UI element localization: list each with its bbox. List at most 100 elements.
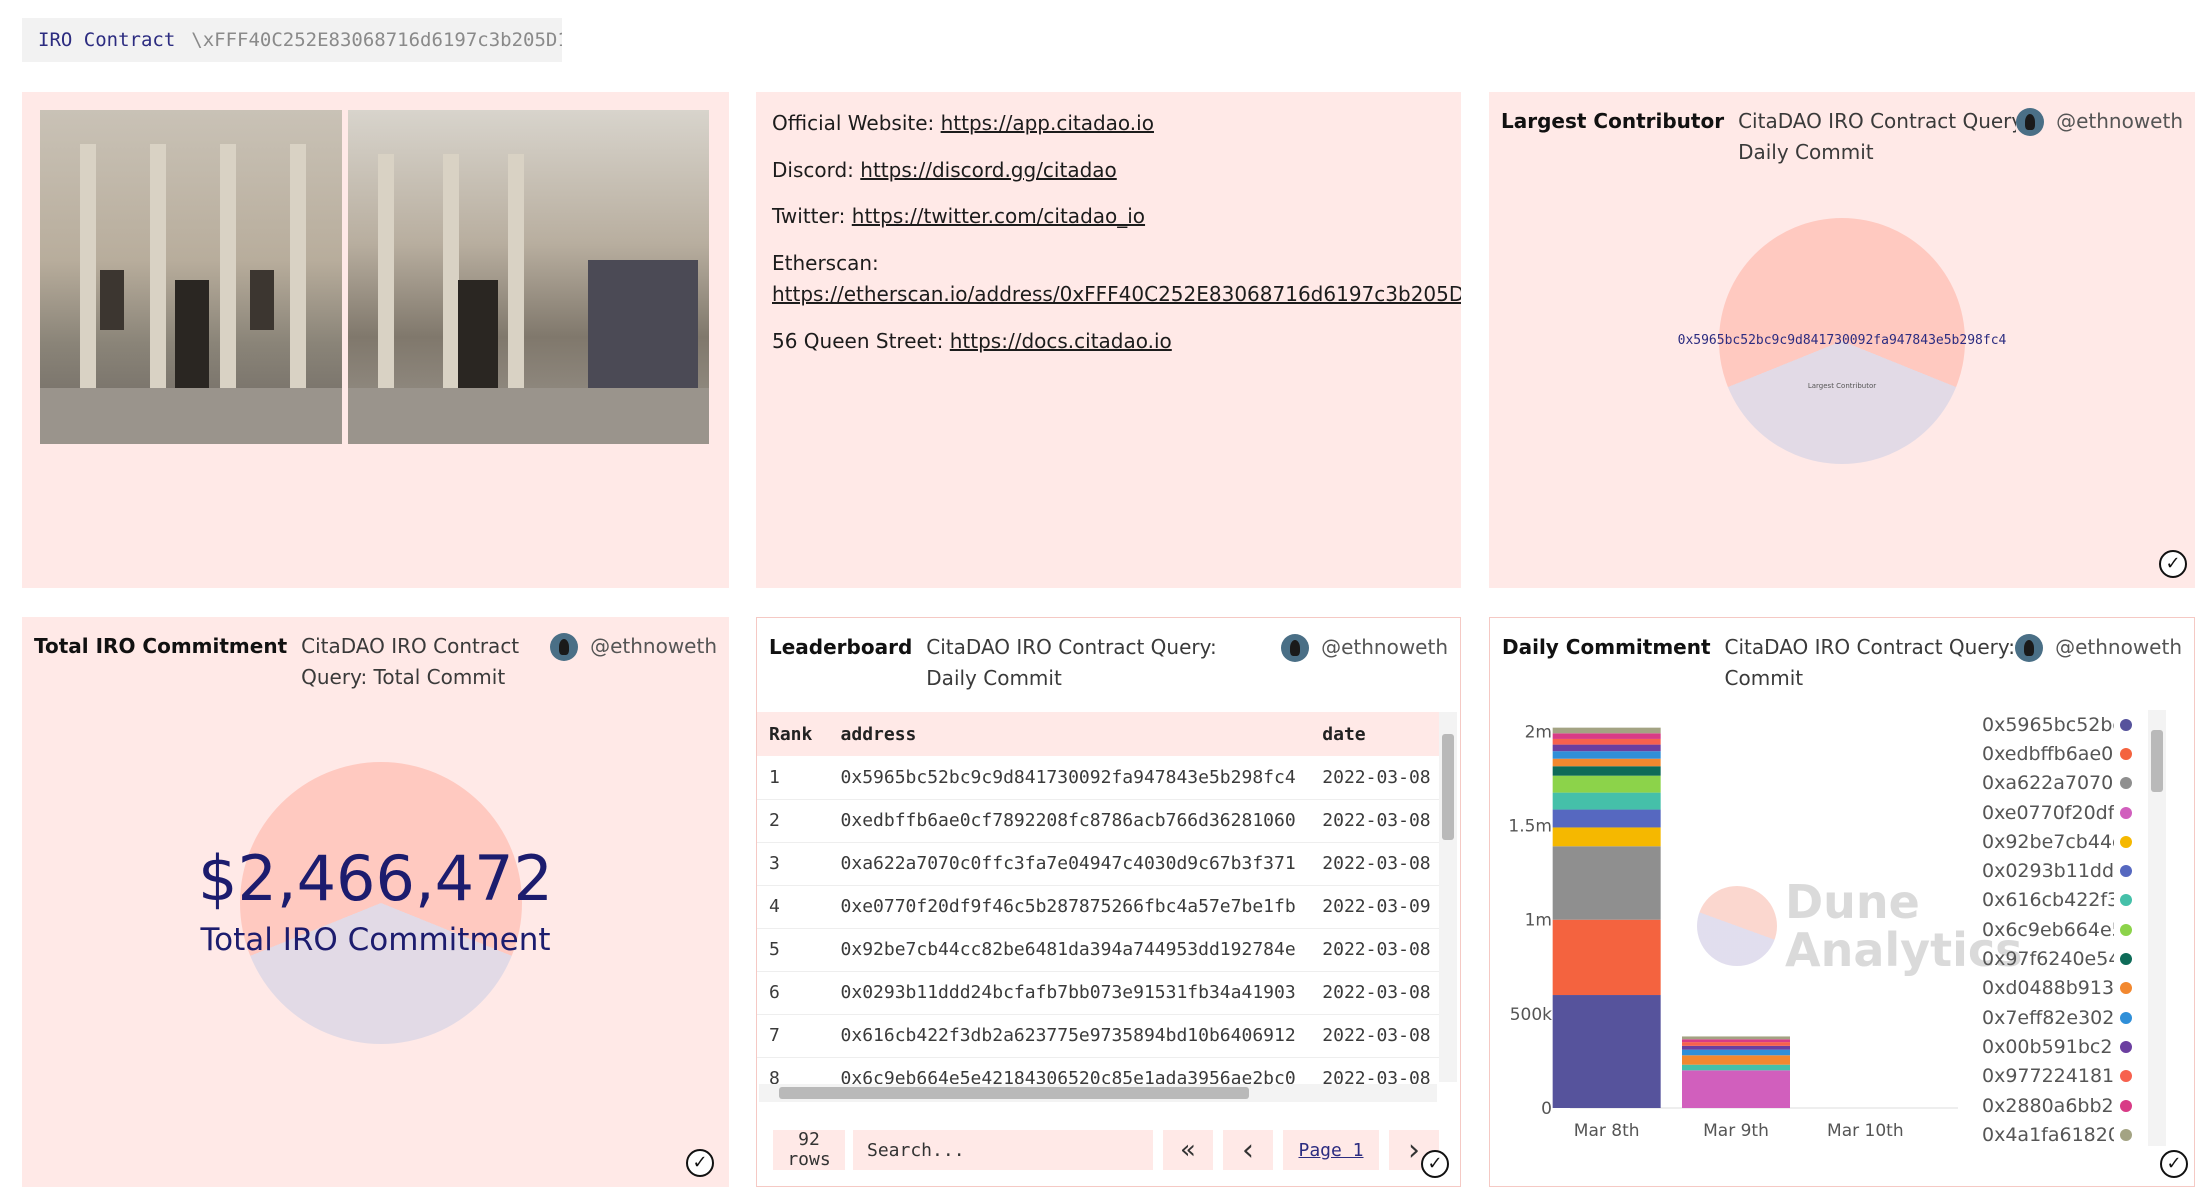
legend-item[interactable]: 0x616cb422f3 [1982,886,2132,915]
legend-color-dot-icon [2120,1070,2132,1083]
scrollbar-thumb[interactable] [1442,734,1454,840]
legend-item[interactable]: 0x5965bc52bc [1982,710,2132,739]
bar-segment[interactable] [1552,738,1661,745]
twitter-link[interactable]: https://twitter.com/citadao_io [852,204,1145,228]
total-title[interactable]: Total IRO Commitment [34,634,287,658]
legend-label: 0x0293b11ddd [1982,860,2114,883]
column-header-date[interactable]: date [1310,712,1439,756]
bar-segment[interactable] [1682,1036,1790,1040]
leaderboard-title[interactable]: Leaderboard [769,635,912,659]
leaderboard-query[interactable]: CitaDAO IRO Contract Query: Daily Commit [926,632,1256,694]
legend-label: 0x4a1fa61820 [1982,1123,2114,1146]
rank-cell: 4 [757,885,829,929]
bar-segment[interactable] [1682,1039,1790,1043]
daily-title[interactable]: Daily Commitment [1502,635,1711,659]
legend-item[interactable]: 0xa622a7070c [1982,769,2132,798]
leaderboard-table: Rank address date 1 0x5965bc52bc9c9d84173… [757,712,1439,1084]
bar-segment[interactable] [1552,827,1661,847]
daily-author[interactable]: @ethnoweth [2015,632,2182,663]
bar-segment[interactable] [1552,766,1661,776]
x-tick-label: Mar 10th [1827,1121,1904,1141]
chevron-right-icon: › [1408,1132,1420,1168]
table-vertical-scrollbar[interactable] [1439,712,1457,1082]
bar-segment[interactable] [1552,751,1661,759]
legend-item[interactable]: 0x2880a6bb2c [1982,1091,2132,1120]
parameter-bar[interactable]: IRO Contract \xFFF40C252E83068716d6197c3… [22,18,562,62]
watermark-text-line1: Dune [1785,875,1920,929]
legend-label: 0x7eff82e3027 [1982,1006,2114,1029]
largest-author[interactable]: @ethnoweth [2016,106,2183,137]
bar-segment[interactable] [1552,744,1661,752]
scrollbar-thumb[interactable] [779,1087,1249,1099]
bar-segment[interactable] [1552,758,1661,767]
bar-segment[interactable] [1552,809,1661,828]
bar-segment[interactable] [1552,775,1661,793]
etherscan-label: Etherscan: [772,251,879,275]
legend-item[interactable]: 0x00b591bc2b [1982,1032,2132,1061]
legend-item[interactable]: 0x97f6240e54 [1982,944,2132,973]
date-cell: 2022-03-09 [1310,885,1439,929]
table-header-row: Rank address date [757,712,1439,756]
check-icon[interactable]: ✓ [1421,1150,1449,1178]
search-input[interactable]: Search... [853,1130,1153,1170]
chevron-left-icon: ‹ [1242,1132,1254,1168]
page-indicator[interactable]: Page 1 [1283,1130,1379,1170]
address-cell: 0x616cb422f3db2a623775e9735894bd10b64069… [828,1014,1311,1058]
table-row: 6 0x0293b11ddd24bcfafb7bb073e91531fb34a41… [757,971,1439,1015]
legend-item[interactable]: 0xe0770f20df9 [1982,798,2132,827]
scrollbar-thumb[interactable] [2151,730,2163,792]
largest-contributor-card: Largest Contributor CitaDAO IRO Contract … [1489,92,2195,588]
legend-scrollbar[interactable] [2148,710,2166,1146]
total-author[interactable]: @ethnoweth [550,631,717,662]
check-icon[interactable]: ✓ [2160,1150,2188,1178]
website-link[interactable]: https://app.citadao.io [941,111,1154,135]
legend-item[interactable]: 0xedbffb6ae0c [1982,739,2132,768]
param-value-input[interactable]: \xFFF40C252E83068716d6197c3b205D1 [191,29,562,51]
table-horizontal-scrollbar[interactable] [759,1084,1437,1102]
website-row: Official Website: https://app.citadao.io [772,108,1154,138]
legend-item[interactable]: 0xd0488b9130 [1982,974,2132,1003]
discord-link[interactable]: https://discord.gg/citadao [860,158,1116,182]
bar-segment[interactable] [1682,1049,1790,1056]
legend-item[interactable]: 0x92be7cb44c [1982,827,2132,856]
legend-label: 0x00b591bc2b [1982,1035,2114,1058]
legend-item[interactable]: 0x0293b11ddd [1982,856,2132,885]
etherscan-link[interactable]: https://etherscan.io/address/0xFFF40C252… [772,282,1461,306]
first-page-button[interactable]: « [1163,1130,1213,1170]
bar-segment[interactable] [1682,1045,1790,1050]
legend-color-dot-icon [2120,1128,2132,1141]
row-count-label: rows [787,1149,831,1170]
legend-item[interactable]: 0x4a1fa61820 [1982,1120,2132,1146]
bar-segment[interactable] [1552,792,1661,810]
bar-segment[interactable] [1552,733,1661,739]
column-header-address[interactable]: address [828,712,1311,756]
bar-segment[interactable] [1682,1070,1790,1108]
total-author-name: @ethnoweth [590,634,717,658]
bar-segment[interactable] [1682,1042,1790,1046]
bar-segment[interactable] [1682,1055,1790,1065]
date-cell: 2022-03-08 [1310,1014,1439,1058]
legend-color-dot-icon [2120,923,2132,936]
prev-page-button[interactable]: ‹ [1223,1130,1273,1170]
bar-segment[interactable] [1552,919,1661,996]
largest-title[interactable]: Largest Contributor [1501,109,1724,133]
avatar [2016,107,2045,136]
bar-segment[interactable] [1552,846,1661,920]
date-cell: 2022-03-08 [1310,842,1439,886]
check-icon[interactable]: ✓ [686,1149,714,1177]
legend-item[interactable]: 0x6c9eb664e5 [1982,915,2132,944]
rank-cell: 7 [757,1014,829,1058]
legend-item[interactable]: 0x7eff82e3027 [1982,1003,2132,1032]
largest-query[interactable]: CitaDAO IRO Contract Query: Daily Commit [1738,106,2038,168]
check-icon[interactable]: ✓ [2159,550,2187,578]
leaderboard-author[interactable]: @ethnoweth [1281,632,1448,663]
total-query[interactable]: CitaDAO IRO Contract Query: Total Commit [301,631,591,693]
rank-cell: 6 [757,971,829,1015]
bar-segment[interactable] [1552,727,1661,734]
column-header-rank[interactable]: Rank [757,712,829,756]
legend-item[interactable]: 0x9772241813 [1982,1062,2132,1091]
queen-street-link[interactable]: https://docs.citadao.io [950,329,1172,353]
legend-color-dot-icon [2120,718,2132,731]
bar-segment[interactable] [1682,1064,1790,1071]
bar-segment[interactable] [1552,995,1661,1108]
